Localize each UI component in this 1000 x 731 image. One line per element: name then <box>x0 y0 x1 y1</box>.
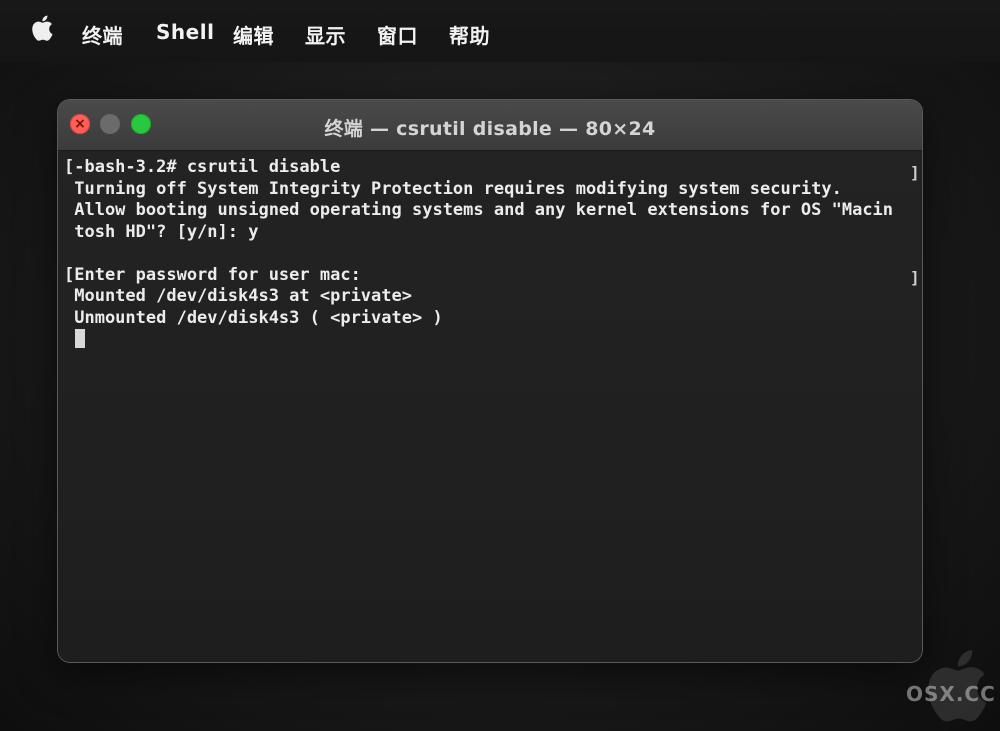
menu-bar: 终端 Shell 编辑 显示 窗口 帮助 <box>0 0 1000 62</box>
menu-item-help[interactable]: 帮助 <box>449 20 490 49</box>
terminal-line: Turning off System Integrity Protection … <box>64 178 842 199</box>
window-title: 终端 — csrutil disable — 80×24 <box>324 118 656 140</box>
terminal-window: × 终端 — csrutil disable — 80×24 [-bash-3.… <box>58 100 922 662</box>
terminal-content[interactable]: [-bash-3.2# csrutil disable Turning off … <box>58 151 922 662</box>
watermark-text: OSX.CC <box>906 682 996 706</box>
terminal-line: tosh HD"? [y/n]: y <box>64 221 259 242</box>
text-cursor <box>75 329 86 348</box>
menu-item-window[interactable]: 窗口 <box>377 20 418 49</box>
terminal-output: [-bash-3.2# csrutil disable Turning off … <box>64 157 916 351</box>
terminal-line: [Enter password for user mac: <box>64 264 361 285</box>
line-bracket-right: ] <box>910 268 920 287</box>
terminal-cursor-line <box>64 329 916 351</box>
terminal-line: Unmounted /dev/disk4s3 ( <private> ) <box>64 307 443 328</box>
menu-item-terminal[interactable]: 终端 <box>82 20 123 49</box>
terminal-line: Allow booting unsigned operating systems… <box>64 200 894 220</box>
terminal-line: [-bash-3.2# csrutil disable <box>64 157 341 177</box>
menu-item-view[interactable]: 显示 <box>305 20 346 49</box>
menu-item-edit[interactable]: 编辑 <box>233 20 274 49</box>
title-bar[interactable]: × 终端 — csrutil disable — 80×24 <box>58 100 922 151</box>
apple-logo-watermark-icon <box>928 650 987 722</box>
apple-logo-icon[interactable] <box>28 14 54 42</box>
menu-item-shell[interactable]: Shell <box>156 20 214 44</box>
line-bracket-right: ] <box>910 163 920 182</box>
terminal-line: Mounted /dev/disk4s3 at <private> <box>64 286 412 306</box>
